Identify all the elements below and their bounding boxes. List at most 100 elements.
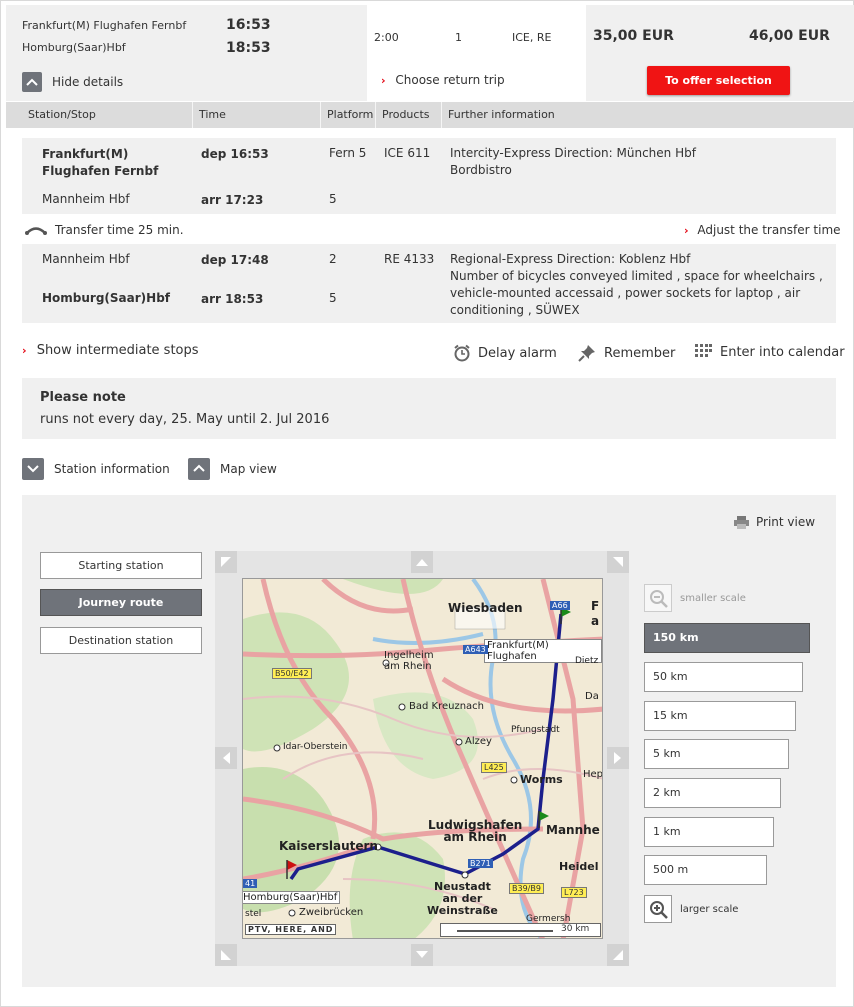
road-sign-41: 41 (243, 879, 258, 888)
journey-route-button[interactable]: Journey route (40, 589, 202, 616)
pan-south[interactable] (411, 944, 433, 966)
scale-150km[interactable]: 150 km (644, 623, 810, 653)
chevron-right-icon: › (22, 344, 27, 357)
leg1-dep-time: dep 16:53 (201, 147, 269, 161)
note-title: Please note (40, 390, 126, 405)
adjust-transfer-link[interactable]: › Adjust the transfer time (684, 223, 841, 237)
leg2-from-station: Mannheim Hbf (42, 252, 130, 266)
leg1-from-line2: Flughafen Fernbf (42, 164, 159, 178)
show-stops-label: Show intermediate stops (36, 343, 199, 358)
details-table-header: Station/Stop Time Platform Products Furt… (6, 102, 854, 128)
leg1-dep-platform: Fern 5 (329, 146, 367, 160)
map-label-homburg: Homburg(Saar)Hbf (243, 891, 341, 904)
smaller-scale-control[interactable]: smaller scale (644, 584, 746, 612)
map-label-pfungstadt: Pfungstadt (511, 725, 560, 735)
destination-station-button[interactable]: Destination station (40, 627, 202, 654)
road-sign-a66: A66 (550, 601, 570, 610)
header-products: Products (376, 102, 442, 128)
scale-500m[interactable]: 500 m (644, 855, 767, 885)
choose-return-label: Choose return trip (395, 73, 505, 87)
map-copyright: PTV, HERE, AND (245, 924, 337, 935)
show-intermediate-stops-link[interactable]: › Show intermediate stops (22, 343, 199, 358)
calendar-label: Enter into calendar (720, 344, 845, 360)
map-image (243, 579, 602, 938)
scale-15km[interactable]: 15 km (644, 701, 796, 731)
chevron-right-icon: › (684, 224, 689, 237)
leg2-info-line4: conditioning , SÜWEX (450, 303, 580, 317)
scale-5km[interactable]: 5 km (644, 739, 789, 769)
map-label-idar-oberstein: Idar-Oberstein (283, 742, 348, 752)
scale-50km[interactable]: 50 km (644, 662, 803, 692)
summary-times: 16:53 18:53 (218, 5, 367, 101)
printer-icon (734, 515, 749, 529)
price-flex[interactable]: 46,00 EUR (749, 28, 830, 44)
map-label-alzey: Alzey (465, 736, 492, 747)
leg1-product: ICE 611 (384, 146, 431, 160)
pan-north-west[interactable] (215, 551, 237, 573)
leg-1: Frankfurt(M) Flughafen Fernbf dep 16:53 … (22, 138, 836, 214)
leg2-info-direction: Regional-Express Direction: Koblenz Hbf (450, 252, 691, 266)
delay-alarm-button[interactable]: Delay alarm (453, 344, 557, 362)
enter-calendar-button[interactable]: Enter into calendar (695, 344, 845, 360)
map-label-ludwigshafen-line2: am Rhein (443, 830, 507, 844)
map-view-toggle[interactable]: Map view (188, 458, 277, 480)
transfer-time-label: Transfer time 25 min. (55, 223, 184, 237)
route-map[interactable]: Wiesbaden Ingelheim am Rhein Bad Kreuznac… (242, 578, 603, 939)
leg2-info-line2: Number of bicycles conveyed limited , sp… (450, 269, 823, 283)
pan-east[interactable] (607, 747, 629, 769)
please-note-box: Please note runs not every day, 25. May … (22, 378, 836, 439)
station-information-toggle[interactable]: Station information (22, 458, 170, 480)
summary-duration: 2:00 (374, 31, 399, 44)
transfer-icon (25, 227, 47, 235)
map-label-worms: Worms (520, 773, 563, 786)
pan-north-east[interactable] (607, 551, 629, 573)
leg1-info-direction: Intercity-Express Direction: München Hbf (450, 146, 696, 160)
road-sign-b271: B271 (468, 859, 493, 868)
remember-button[interactable]: Remember (578, 344, 675, 362)
pan-west[interactable] (215, 747, 237, 769)
scale-1km[interactable]: 1 km (644, 817, 774, 847)
pan-south-west[interactable] (215, 944, 237, 966)
alarm-clock-icon (454, 344, 470, 362)
hide-details-label: Hide details (52, 75, 124, 89)
choose-return-trip-link[interactable]: › Choose return trip (381, 73, 505, 87)
map-label-kaiserslautern: Kaiserslautern (279, 839, 378, 853)
adjust-transfer-label: Adjust the transfer time (697, 223, 841, 237)
note-text: runs not every day, 25. May until 2. Jul… (40, 412, 330, 427)
map-label-zweibruecken: Zweibrücken (299, 907, 364, 918)
summary-from-station: Frankfurt(M) Flughafen Fernbf (22, 19, 187, 32)
map-label-hep: Hep (583, 769, 603, 780)
leg-2: Mannheim Hbf dep 17:48 2 RE 4133 Regiona… (22, 244, 836, 323)
offer-selection-button[interactable]: To offer selection (647, 66, 790, 95)
pin-icon (578, 345, 595, 362)
map-label-bad-kreuznach: Bad Kreuznach (409, 701, 485, 712)
leg2-to-station: Homburg(Saar)Hbf (42, 291, 171, 305)
road-sign-b50: B50/E42 (272, 668, 312, 679)
connection-summary: Frankfurt(M) Flughafen Fernbf Homburg(Sa… (6, 5, 854, 101)
transfer-time: Transfer time 25 min. (25, 223, 184, 237)
road-sign-l425: L425 (481, 762, 507, 773)
print-view-label: Print view (756, 515, 816, 529)
smaller-scale-label: smaller scale (680, 592, 746, 604)
larger-scale-label: larger scale (680, 903, 739, 915)
hide-details-toggle[interactable]: Hide details (22, 71, 123, 93)
summary-arr-time: 18:53 (226, 40, 271, 56)
leg2-product: RE 4133 (384, 252, 435, 266)
zoom-in-icon (644, 895, 672, 923)
station-info-label: Station information (54, 462, 170, 476)
scale-2km[interactable]: 2 km (644, 778, 781, 808)
map-label-ludwigshafen: Ludwigshafen am Rhein (428, 819, 522, 843)
price-standard[interactable]: 35,00 EUR (593, 28, 674, 44)
print-view-button[interactable]: Print view (734, 515, 815, 529)
starting-station-button[interactable]: Starting station (40, 552, 202, 579)
map-label-neustadt-line3: Weinstraße (427, 904, 498, 917)
connection-details-page: Frankfurt(M) Flughafen Fernbf Homburg(Sa… (0, 0, 854, 1007)
chevron-down-icon (22, 458, 44, 480)
pan-south-east[interactable] (607, 944, 629, 966)
larger-scale-control[interactable]: larger scale (644, 895, 738, 923)
leg1-arr-platform: 5 (329, 192, 337, 206)
map-label-wiesbaden: Wiesbaden (448, 601, 523, 615)
delay-alarm-label: Delay alarm (478, 345, 557, 361)
remember-label: Remember (604, 345, 676, 361)
pan-north[interactable] (411, 551, 433, 573)
